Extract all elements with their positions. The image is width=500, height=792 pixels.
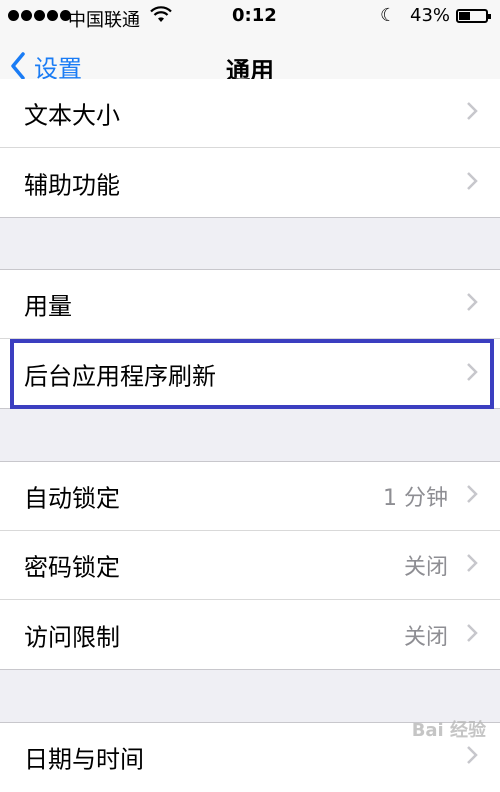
list-item-restrictions[interactable]: 访问限制 关闭 (0, 600, 500, 669)
row-value: 1 分钟 (383, 486, 448, 511)
battery-icon (456, 9, 491, 23)
chevron-right-icon (466, 745, 478, 769)
chevron-right-icon (466, 101, 478, 125)
chevron-right-icon (466, 553, 478, 577)
row-label: 后台应用程序刷新 (24, 362, 216, 390)
list-item-background-app-refresh[interactable]: 后台应用程序刷新 (0, 339, 500, 408)
chevron-right-icon (466, 623, 478, 647)
chevron-right-icon (466, 484, 478, 508)
settings-group-display: 文本大小 辅助功能 (0, 79, 500, 218)
chevron-right-icon (466, 171, 478, 195)
row-label: 自动锁定 (24, 484, 120, 513)
list-item-auto-lock[interactable]: 自动锁定 1 分钟 (0, 462, 500, 531)
wifi-icon (150, 6, 172, 29)
carrier-name: 中国联通 (68, 10, 140, 31)
settings-group-lock: 自动锁定 1 分钟 密码锁定 关闭 访问限制 关闭 (0, 461, 500, 670)
clock-time: 0:12 (232, 5, 277, 26)
row-label: 文本大小 (24, 101, 120, 130)
row-label: 日期与时间 (24, 745, 144, 774)
row-label: 访问限制 (24, 623, 120, 651)
signal-dots-icon (8, 10, 71, 21)
row-value: 关闭 (403, 555, 448, 580)
settings-group-usage: 用量 后台应用程序刷新 (0, 269, 500, 409)
moon-icon: ☾ (380, 5, 397, 26)
row-label: 用量 (24, 292, 72, 321)
list-item-accessibility[interactable]: 辅助功能 (0, 148, 500, 217)
status-bar: 中国联通 0:12 ☾ 43% (0, 0, 500, 34)
list-item-passcode-lock[interactable]: 密码锁定 关闭 (0, 531, 500, 600)
list-item-usage[interactable]: 用量 (0, 270, 500, 339)
battery-percent: 43% (410, 5, 451, 26)
chevron-right-icon (466, 292, 478, 316)
row-label: 密码锁定 (24, 553, 120, 582)
row-value: 关闭 (403, 624, 448, 650)
row-label: 辅助功能 (24, 171, 120, 199)
list-item-text-size[interactable]: 文本大小 (0, 79, 500, 148)
watermark-logo: Bai 经验 (411, 720, 486, 741)
chevron-right-icon (466, 362, 478, 386)
